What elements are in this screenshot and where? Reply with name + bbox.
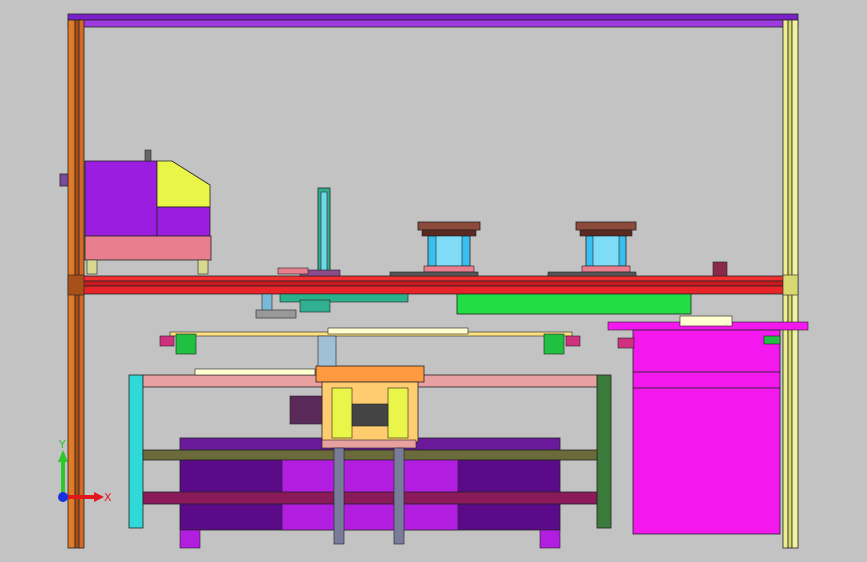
cylinder-unit-left <box>389 221 481 277</box>
vertical-guide <box>277 187 341 277</box>
cad-viewport[interactable]: Y X <box>0 0 867 562</box>
machine-assembly-drawing[interactable]: Y X <box>0 0 867 562</box>
fitting-block <box>712 261 728 277</box>
axis-triad: Y X <box>58 438 112 504</box>
magenta-bin <box>617 329 781 535</box>
transfer-rail <box>159 327 581 355</box>
x-axis-label: X <box>104 491 112 504</box>
main-plate <box>67 274 799 296</box>
under-plate-assembly <box>255 293 809 331</box>
top-beam <box>67 13 799 28</box>
cylinder-unit-right <box>547 221 637 277</box>
control-cabinet <box>84 149 212 275</box>
y-axis-label: Y <box>58 438 66 451</box>
